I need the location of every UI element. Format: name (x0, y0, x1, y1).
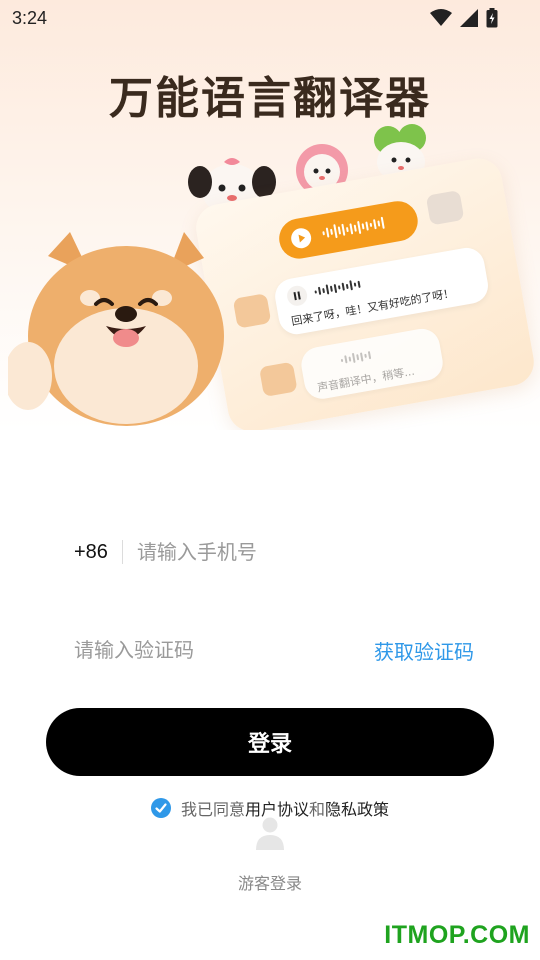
waveform-icon (321, 216, 385, 241)
verification-code-input[interactable] (74, 638, 294, 662)
shiba-avatar-icon (258, 361, 298, 398)
signal-icon (460, 9, 478, 27)
shiba-dog-illustration (8, 232, 224, 426)
dog-avatar-icon (425, 190, 465, 226)
status-icons (430, 8, 498, 28)
code-input-row: 获取验证码 (74, 628, 474, 672)
waveform-icon (340, 350, 372, 365)
guest-login-button[interactable]: 游客登录 (0, 816, 540, 894)
voice-message-bubble (276, 198, 421, 262)
battery-icon (486, 8, 498, 28)
phone-input[interactable] (136, 540, 397, 564)
agreement-checkbox[interactable] (150, 798, 171, 818)
app-title: 万能语言翻译器 (109, 73, 431, 124)
translated-message-bubble: 回来了呀，哇！又有好吃的了呀！ (272, 245, 491, 338)
country-code[interactable]: +86 (74, 541, 108, 564)
divider (121, 540, 123, 564)
get-code-button[interactable]: 获取验证码 (374, 636, 474, 665)
status-time: 3:24 (12, 8, 48, 28)
play-icon (289, 226, 313, 250)
translating-message-bubble: 声音翻译中，稍等... (298, 326, 446, 402)
guest-login-label: 游客登录 (237, 874, 302, 893)
login-button[interactable]: 登录 (46, 708, 494, 776)
waveform-icon (314, 279, 361, 297)
wifi-icon (430, 9, 452, 26)
translating-status-text: 声音翻译中，稍等... (316, 364, 416, 395)
phone-input-row: +86 (74, 530, 474, 574)
watermark: ITMOP.COM (384, 921, 530, 949)
status-bar: 3:24 (0, 0, 540, 36)
hero-banner: 万能语言翻译器 回来了呀，哇！又有好吃的了呀！ 声音翻译中，稍等... (0, 0, 540, 430)
shiba-avatar-icon (232, 293, 272, 329)
check-icon (155, 803, 167, 813)
user-icon (256, 817, 284, 850)
pause-icon (285, 284, 309, 308)
